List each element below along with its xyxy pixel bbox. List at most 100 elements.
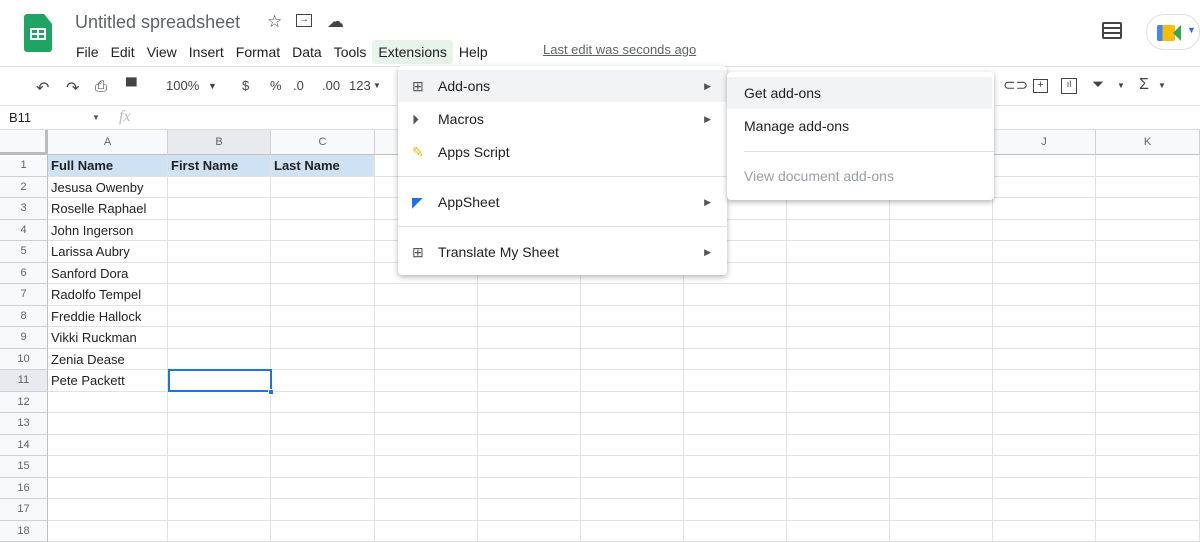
currency-button[interactable]: $ [242, 78, 249, 93]
cell-c17[interactable] [271, 499, 375, 521]
cell-h9[interactable] [787, 327, 890, 349]
cell-b3[interactable] [168, 198, 271, 220]
cell-k2[interactable] [1096, 176, 1200, 198]
cell-c11[interactable] [271, 370, 375, 392]
menu-extensions[interactable]: Extensions [372, 40, 453, 64]
cell-j5[interactable] [993, 241, 1096, 263]
cell-j10[interactable] [993, 348, 1096, 370]
cell-e15[interactable] [478, 456, 581, 478]
cell-k8[interactable] [1096, 305, 1200, 327]
cell-e16[interactable] [478, 477, 581, 499]
cell-i11[interactable] [890, 370, 993, 392]
cell-a7[interactable]: Radolfo Tempel [48, 284, 168, 306]
zoom-select[interactable]: 100% [166, 78, 199, 93]
cell-i17[interactable] [890, 499, 993, 521]
cell-h18[interactable] [787, 520, 890, 542]
fill-handle[interactable] [268, 388, 274, 395]
cell-i14[interactable] [890, 434, 993, 456]
cell-f8[interactable] [581, 305, 684, 327]
functions-icon[interactable]: Σ [1139, 76, 1149, 94]
cell-k14[interactable] [1096, 434, 1200, 456]
insert-chart-icon[interactable]: ıl [1061, 78, 1077, 94]
cell-a3[interactable]: Roselle Raphael [48, 198, 168, 220]
cell-h10[interactable] [787, 348, 890, 370]
menu-edit[interactable]: Edit [105, 40, 141, 64]
cell-d9[interactable] [375, 327, 478, 349]
cell-a12[interactable] [48, 391, 168, 413]
menu-tools[interactable]: Tools [328, 40, 373, 64]
menu-item-appsheet[interactable]: ◤ AppSheet ▶ [398, 186, 727, 218]
cell-h14[interactable] [787, 434, 890, 456]
cell-b14[interactable] [168, 434, 271, 456]
column-header-j[interactable]: J [993, 130, 1096, 155]
cell-g9[interactable] [684, 327, 787, 349]
cell-j18[interactable] [993, 520, 1096, 542]
decrease-decimal-button[interactable]: .0 [293, 78, 304, 93]
cell-g8[interactable] [684, 305, 787, 327]
cell-c12[interactable] [271, 391, 375, 413]
cell-c4[interactable] [271, 219, 375, 241]
chevron-down-icon[interactable]: ▼ [1117, 81, 1125, 90]
cell-b10[interactable] [168, 348, 271, 370]
cell-c14[interactable] [271, 434, 375, 456]
cell-g18[interactable] [684, 520, 787, 542]
cell-f14[interactable] [581, 434, 684, 456]
cell-j9[interactable] [993, 327, 1096, 349]
cell-k7[interactable] [1096, 284, 1200, 306]
cell-j2[interactable] [993, 176, 1096, 198]
cell-h17[interactable] [787, 499, 890, 521]
cell-d14[interactable] [375, 434, 478, 456]
cell-k18[interactable] [1096, 520, 1200, 542]
row-header-4[interactable]: 4 [0, 219, 48, 241]
cell-d10[interactable] [375, 348, 478, 370]
row-header-7[interactable]: 7 [0, 284, 48, 306]
row-header-16[interactable]: 16 [0, 477, 48, 499]
cell-d18[interactable] [375, 520, 478, 542]
cell-k17[interactable] [1096, 499, 1200, 521]
cell-f15[interactable] [581, 456, 684, 478]
cell-i12[interactable] [890, 391, 993, 413]
cell-b18[interactable] [168, 520, 271, 542]
cell-i10[interactable] [890, 348, 993, 370]
cell-c13[interactable] [271, 413, 375, 435]
row-header-14[interactable]: 14 [0, 434, 48, 456]
cell-e12[interactable] [478, 391, 581, 413]
link-icon[interactable]: ⊂⊃ [1003, 76, 1028, 94]
cell-h8[interactable] [787, 305, 890, 327]
more-formats-button[interactable]: 123 [349, 78, 371, 93]
cell-e18[interactable] [478, 520, 581, 542]
menu-item-manage-add-ons[interactable]: Manage add-ons [727, 110, 994, 142]
cell-c2[interactable] [271, 176, 375, 198]
chevron-down-icon[interactable]: ▼ [92, 113, 100, 122]
cell-a14[interactable] [48, 434, 168, 456]
cell-e7[interactable] [478, 284, 581, 306]
menu-view[interactable]: View [141, 40, 183, 64]
menu-format[interactable]: Format [230, 40, 286, 64]
cell-h12[interactable] [787, 391, 890, 413]
cell-d7[interactable] [375, 284, 478, 306]
cell-c15[interactable] [271, 456, 375, 478]
cell-k11[interactable] [1096, 370, 1200, 392]
cell-b1[interactable]: First Name [168, 155, 271, 177]
cell-j6[interactable] [993, 262, 1096, 284]
cell-j15[interactable] [993, 456, 1096, 478]
cell-f7[interactable] [581, 284, 684, 306]
cell-b2[interactable] [168, 176, 271, 198]
cell-d13[interactable] [375, 413, 478, 435]
row-header-12[interactable]: 12 [0, 391, 48, 413]
cell-c8[interactable] [271, 305, 375, 327]
menu-insert[interactable]: Insert [183, 40, 230, 64]
menu-item-translate-my-sheet[interactable]: ⊞ Translate My Sheet ▶ [398, 236, 727, 268]
cell-g11[interactable] [684, 370, 787, 392]
cell-j11[interactable] [993, 370, 1096, 392]
cell-a15[interactable] [48, 456, 168, 478]
cell-k5[interactable] [1096, 241, 1200, 263]
cell-i8[interactable] [890, 305, 993, 327]
cell-c6[interactable] [271, 262, 375, 284]
cell-i5[interactable] [890, 241, 993, 263]
cell-d17[interactable] [375, 499, 478, 521]
cell-b4[interactable] [168, 219, 271, 241]
cell-k10[interactable] [1096, 348, 1200, 370]
cell-b13[interactable] [168, 413, 271, 435]
cell-h16[interactable] [787, 477, 890, 499]
